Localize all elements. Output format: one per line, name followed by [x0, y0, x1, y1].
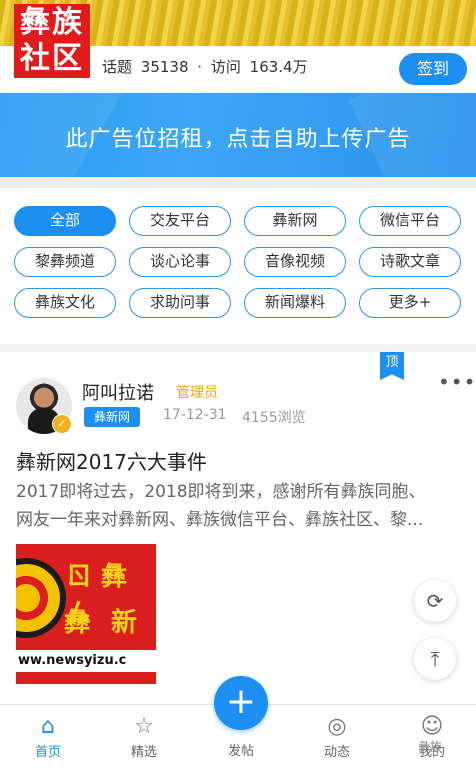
logo-line1: 彝族	[20, 5, 84, 40]
category-liyi-channel[interactable]: 黎彝频道	[14, 247, 116, 277]
nav-featured-label: 精选	[130, 745, 157, 760]
pinned-badge: 顶	[380, 352, 404, 380]
back-to-top-button[interactable]: ⤒	[414, 638, 456, 680]
nav-activity[interactable]: ◎ 动态	[297, 713, 377, 760]
nav-featured[interactable]: ☆ 精选	[104, 713, 184, 760]
category-news[interactable]: 新闻爆料	[244, 288, 346, 318]
category-yixin-net[interactable]: 彝新网	[244, 206, 346, 236]
nav-home[interactable]: ⌂ 首页	[8, 713, 88, 760]
post-thumbnail[interactable]: ㄖ 彝 ㄙ 彝 新 ww.newsyizu.c	[16, 544, 156, 684]
watermark: 彝族	[418, 740, 443, 754]
header: 彝族 社区 话题 35138 · 访问 163.4万 签到	[0, 0, 476, 90]
home-icon: ⌂	[41, 714, 55, 739]
logo-line2: 社区	[20, 41, 84, 76]
section-divider	[0, 177, 476, 188]
category-all[interactable]: 全部	[14, 206, 116, 236]
refresh-icon: ⟳	[426, 589, 444, 613]
nav-post-label: 发帖	[227, 744, 254, 759]
signin-button[interactable]: 签到	[399, 53, 467, 85]
category-talk[interactable]: 谈心论事	[129, 247, 231, 277]
ad-text: 此广告位招租，点击自助上传广告	[65, 127, 411, 152]
excerpt-line: 2017即将过去，2018即将到来，感谢所有彝族同胞、	[16, 482, 426, 502]
thumbnail-title: 彝 新	[64, 608, 144, 638]
community-stats: 话题 35138 · 访问 163.4万	[102, 56, 312, 77]
author-name[interactable]: 阿叫拉诺	[82, 379, 154, 405]
yi-emblem-icon	[16, 558, 66, 638]
thumbnail-url: ww.newsyizu.c	[16, 650, 156, 672]
category-wechat[interactable]: 微信平台	[359, 206, 461, 236]
topics-count: 35138	[140, 58, 189, 76]
verified-badge-icon: ✓	[52, 414, 72, 434]
category-culture[interactable]: 彝族文化	[14, 288, 116, 318]
star-icon: ☆	[134, 714, 154, 739]
author-role: 管理员	[176, 385, 218, 401]
user-icon: ☺	[420, 714, 444, 739]
post-views: 4155浏览	[242, 410, 306, 426]
post-excerpt[interactable]: 2017即将过去，2018即将到来，感谢所有彝族同胞、 网友一年来对彝新网、彝族…	[16, 478, 464, 534]
plus-icon: +	[225, 681, 257, 722]
community-logo: 彝族 社区	[14, 4, 90, 78]
section-divider	[0, 344, 476, 352]
category-help[interactable]: 求助问事	[129, 288, 231, 318]
category-poetry[interactable]: 诗歌文章	[359, 247, 461, 277]
visits-label: 访问	[210, 58, 241, 76]
category-more[interactable]: 更多+	[359, 288, 461, 318]
post-tag[interactable]: 彝新网	[84, 407, 141, 427]
compass-icon: ◎	[327, 714, 347, 739]
back-to-top-icon: ⤒	[430, 647, 440, 671]
topics-label: 话题	[102, 58, 133, 76]
post-date: 17-12-31	[163, 407, 227, 423]
visits-count: 163.4万	[249, 58, 308, 76]
category-video[interactable]: 音像视频	[244, 247, 346, 277]
category-grid: 全部 交友平台 彝新网 微信平台 黎彝频道 谈心论事 音像视频 诗歌文章 彝族文…	[14, 206, 466, 318]
excerpt-line: 网友一年来对彝新网、彝族微信平台、彝族社区、黎...	[16, 510, 424, 530]
create-post-button[interactable]: +	[214, 676, 268, 730]
more-options-icon[interactable]: •••	[438, 370, 476, 394]
ad-banner[interactable]: 此广告位招租，点击自助上传广告	[0, 93, 476, 177]
refresh-button[interactable]: ⟳	[414, 580, 456, 622]
post-title[interactable]: 彝新网2017六大事件	[16, 446, 207, 475]
nav-home-label: 首页	[34, 745, 61, 760]
nav-activity-label: 动态	[323, 745, 350, 760]
stats-separator: ·	[197, 58, 203, 76]
category-dating[interactable]: 交友平台	[129, 206, 231, 236]
